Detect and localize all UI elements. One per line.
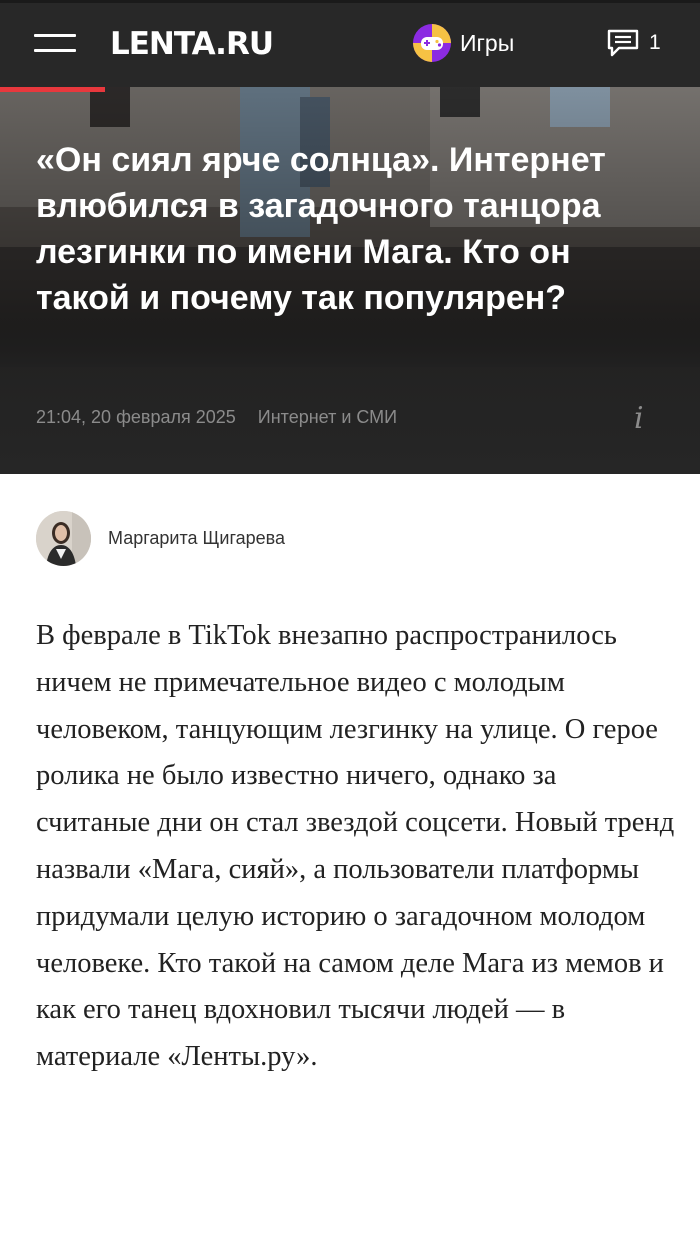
games-link[interactable]: Игры bbox=[412, 22, 514, 64]
author-name: Маргарита Щигарева bbox=[108, 528, 286, 548]
article-title: «Он сиял ярче солнца». Интернет влюбился… bbox=[36, 141, 606, 317]
article-datetime: 21:04, 20 февраля 2025 bbox=[36, 407, 236, 427]
site-logo[interactable]: LENTA.RU bbox=[110, 26, 274, 62]
comments-button[interactable]: 1 bbox=[606, 28, 661, 58]
author-avatar bbox=[36, 511, 91, 566]
article-meta: 21:04, 20 февраля 2025 Интернет и СМИ bbox=[36, 407, 397, 428]
games-label: Игры bbox=[460, 29, 515, 56]
gamepad-icon bbox=[413, 24, 451, 62]
comments-count: 1 bbox=[649, 31, 661, 54]
status-bar-strip bbox=[0, 0, 700, 3]
top-navigation-bar: LENTA.RU Игры 1 bbox=[0, 0, 700, 87]
comment-icon bbox=[607, 29, 639, 57]
article-lead-text: В феврале в TikTok внезапно распространи… bbox=[36, 620, 675, 1073]
hamburger-menu-icon[interactable] bbox=[34, 32, 76, 56]
article-hero: «Он сиял ярче солнца». Интернет влюбился… bbox=[0, 87, 700, 474]
article-rubric-link[interactable]: Интернет и СМИ bbox=[258, 407, 397, 427]
reading-progress-bar bbox=[0, 87, 105, 92]
info-icon[interactable]: i bbox=[634, 401, 644, 436]
author-block[interactable]: Маргарита Щигарева bbox=[36, 511, 285, 566]
